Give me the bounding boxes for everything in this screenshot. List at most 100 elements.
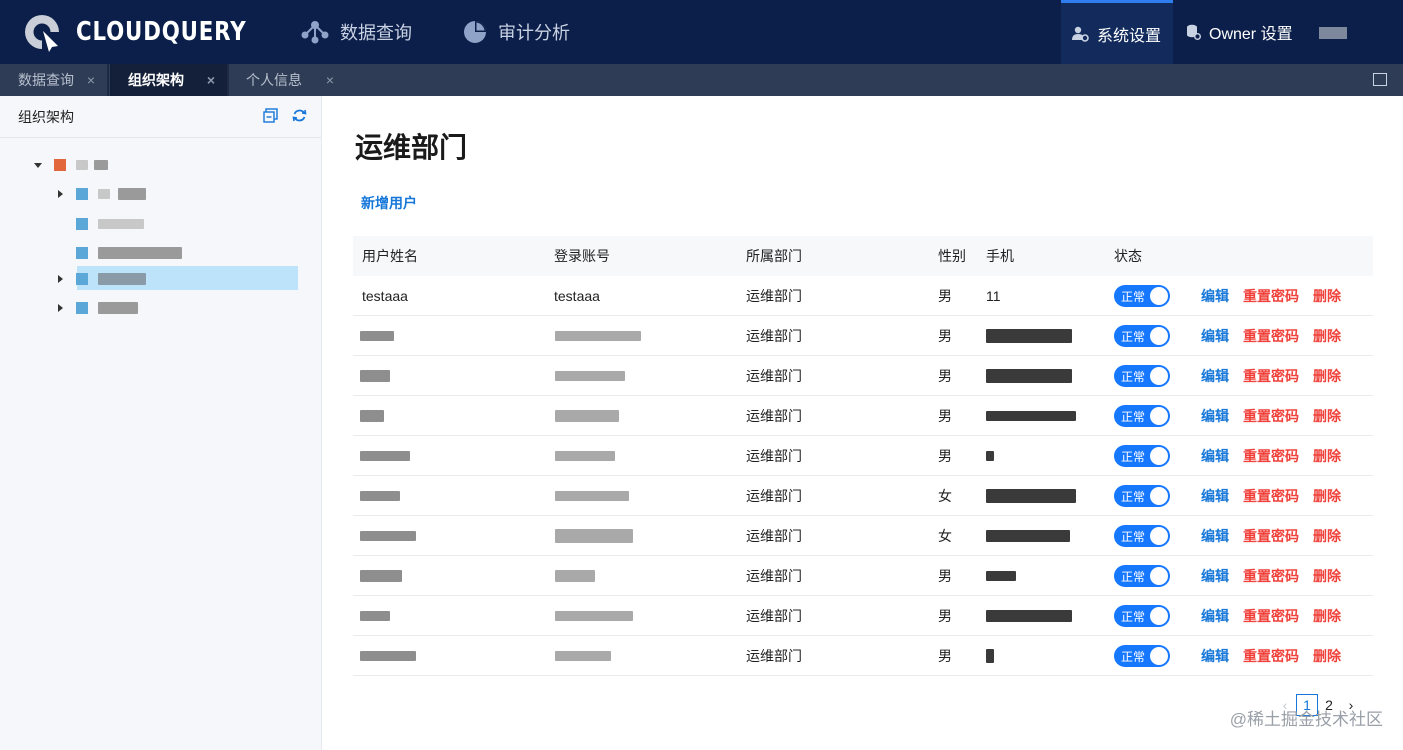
status-toggle[interactable]: 正常 <box>1114 396 1170 436</box>
reset-password-button[interactable]: 重置密码 <box>1243 356 1299 396</box>
edit-button[interactable]: 编辑 <box>1201 556 1229 596</box>
reset-password-button[interactable]: 重置密码 <box>1243 396 1299 436</box>
edit-button[interactable]: 编辑 <box>1201 636 1229 676</box>
col-header-name: 用户姓名 <box>362 248 418 264</box>
tree-node[interactable] <box>58 296 138 320</box>
page-tabs-bar: 数据查询 × 组织架构 × 个人信息 × <box>0 64 1403 96</box>
cell-gender: 男 <box>938 448 952 464</box>
edit-button[interactable]: 编辑 <box>1201 316 1229 356</box>
status-switch[interactable]: 正常 <box>1114 565 1170 587</box>
reset-password-button[interactable]: 重置密码 <box>1243 316 1299 356</box>
edit-button[interactable]: 编辑 <box>1201 436 1229 476</box>
reset-password-button[interactable]: 重置密码 <box>1243 476 1299 516</box>
reset-password-button[interactable]: 重置密码 <box>1243 516 1299 556</box>
col-header-status: 状态 <box>1114 248 1142 264</box>
cell-gender: 女 <box>938 488 952 504</box>
edit-button[interactable]: 编辑 <box>1201 516 1229 556</box>
caret-right-icon[interactable] <box>58 304 63 312</box>
close-icon[interactable]: × <box>207 72 215 88</box>
tree-node[interactable] <box>76 241 182 265</box>
status-toggle[interactable]: 正常 <box>1114 476 1170 516</box>
refresh-icon[interactable] <box>292 108 307 126</box>
status-switch[interactable]: 正常 <box>1114 365 1170 387</box>
switch-knob <box>1150 607 1168 625</box>
status-toggle[interactable]: 正常 <box>1114 356 1170 396</box>
delete-button[interactable]: 删除 <box>1313 436 1341 476</box>
collapse-all-icon[interactable] <box>263 108 278 126</box>
close-all-tabs-icon[interactable] <box>1373 73 1387 86</box>
brand-logo[interactable]: CLOUDQUERY <box>22 10 284 54</box>
nav-data-query[interactable]: 数据查询 <box>300 0 412 64</box>
caret-right-icon[interactable] <box>58 275 63 283</box>
status-toggle[interactable]: 正常 <box>1114 436 1170 476</box>
close-icon[interactable]: × <box>326 72 334 88</box>
department-icon <box>76 302 88 314</box>
nav-owner-settings-label: Owner 设置 <box>1209 26 1293 43</box>
edit-button[interactable]: 编辑 <box>1201 356 1229 396</box>
reset-password-button[interactable]: 重置密码 <box>1243 556 1299 596</box>
tree-node-root[interactable] <box>34 153 108 177</box>
nav-audit-analysis[interactable]: 审计分析 <box>462 0 570 64</box>
delete-button[interactable]: 删除 <box>1313 516 1341 556</box>
nav-owner-settings[interactable]: Owner 设置 <box>1186 0 1293 64</box>
cell-name-redacted <box>360 556 402 596</box>
delete-button[interactable]: 删除 <box>1313 316 1341 356</box>
status-switch[interactable]: 正常 <box>1114 485 1170 507</box>
cell-gender: 男 <box>938 568 952 584</box>
cell-account-redacted <box>555 596 633 636</box>
table-row: 运维部门 男 正常 编辑 重置密码 删除 <box>353 596 1373 636</box>
status-toggle[interactable]: 正常 <box>1114 516 1170 556</box>
tree-node[interactable] <box>58 182 146 206</box>
status-switch[interactable]: 正常 <box>1114 605 1170 627</box>
status-toggle[interactable]: 正常 <box>1114 556 1170 596</box>
status-switch[interactable]: 正常 <box>1114 405 1170 427</box>
tab-org-structure[interactable]: 组织架构 × <box>110 64 227 96</box>
edit-button[interactable]: 编辑 <box>1201 476 1229 516</box>
table-header: 用户姓名 登录账号 所属部门 性别 手机 状态 <box>353 236 1373 276</box>
nav-system-settings[interactable]: 系统设置 <box>1061 0 1173 64</box>
status-toggle[interactable]: 正常 <box>1114 636 1170 676</box>
caret-down-icon[interactable] <box>34 162 42 168</box>
delete-button[interactable]: 删除 <box>1313 476 1341 516</box>
tab-data-query[interactable]: 数据查询 × <box>0 64 107 96</box>
status-switch[interactable]: 正常 <box>1114 285 1170 307</box>
reset-password-button[interactable]: 重置密码 <box>1243 436 1299 476</box>
tab-data-query-label: 数据查询 <box>18 72 74 88</box>
reset-password-button[interactable]: 重置密码 <box>1243 276 1299 316</box>
close-icon[interactable]: × <box>87 72 95 88</box>
add-user-button[interactable]: 新增用户 <box>361 193 417 213</box>
caret-right-icon[interactable] <box>58 190 63 198</box>
table-row: 运维部门 男 正常 编辑 重置密码 删除 <box>353 356 1373 396</box>
top-navbar: CLOUDQUERY 数据查询 审计分析 系统设置 Owner 设置 <box>0 0 1403 64</box>
tab-personal-info[interactable]: 个人信息 × <box>228 64 346 96</box>
status-toggle[interactable]: 正常 <box>1114 596 1170 636</box>
delete-button[interactable]: 删除 <box>1313 556 1341 596</box>
edit-button[interactable]: 编辑 <box>1201 596 1229 636</box>
tree-node-selected[interactable] <box>58 267 146 291</box>
status-switch[interactable]: 正常 <box>1114 645 1170 667</box>
status-switch[interactable]: 正常 <box>1114 525 1170 547</box>
main-content: 运维部门 新增用户 用户姓名 登录账号 所属部门 性别 手机 状态 testaa… <box>322 96 1403 750</box>
delete-button[interactable]: 删除 <box>1313 596 1341 636</box>
delete-button[interactable]: 删除 <box>1313 396 1341 436</box>
reset-password-button[interactable]: 重置密码 <box>1243 596 1299 636</box>
delete-button[interactable]: 删除 <box>1313 636 1341 676</box>
delete-button[interactable]: 删除 <box>1313 356 1341 396</box>
watermark: @稀土掘金技术社区 <box>1229 710 1383 729</box>
reset-password-button[interactable]: 重置密码 <box>1243 636 1299 676</box>
user-avatar[interactable] <box>1319 27 1347 39</box>
status-label: 正常 <box>1121 329 1146 344</box>
edit-button[interactable]: 编辑 <box>1201 396 1229 436</box>
table-row: 运维部门 男 正常 编辑 重置密码 删除 <box>353 316 1373 356</box>
edit-button[interactable]: 编辑 <box>1201 276 1229 316</box>
cell-account-redacted <box>555 316 641 356</box>
tree-node[interactable] <box>76 212 144 236</box>
cell-phone-redacted <box>986 636 994 676</box>
status-toggle[interactable]: 正常 <box>1114 316 1170 356</box>
status-toggle[interactable]: 正常 <box>1114 276 1170 316</box>
switch-knob <box>1150 567 1168 585</box>
tab-org-structure-label: 组织架构 <box>128 72 184 88</box>
status-switch[interactable]: 正常 <box>1114 445 1170 467</box>
delete-button[interactable]: 删除 <box>1313 276 1341 316</box>
status-switch[interactable]: 正常 <box>1114 325 1170 347</box>
